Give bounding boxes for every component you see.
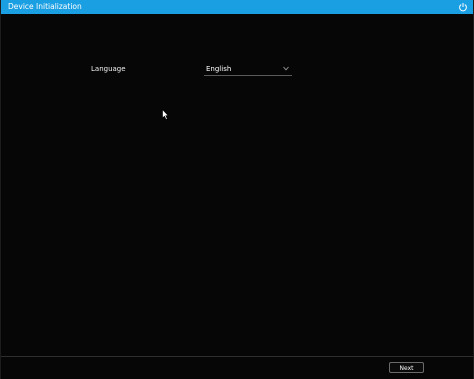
chevron-down-icon <box>283 66 289 71</box>
title-bar: Device Initialization <box>1 0 473 14</box>
language-label: Language <box>91 65 126 73</box>
mouse-pointer-icon <box>162 109 169 120</box>
language-selected-value: English <box>206 65 232 73</box>
footer-divider <box>1 356 473 357</box>
language-dropdown[interactable]: English <box>204 62 292 76</box>
device-initialization-window: Device Initialization Language English N… <box>0 0 474 379</box>
power-button[interactable] <box>458 2 468 12</box>
window-title: Device Initialization <box>8 2 82 11</box>
power-icon <box>459 3 467 12</box>
next-button[interactable]: Next <box>389 362 424 373</box>
